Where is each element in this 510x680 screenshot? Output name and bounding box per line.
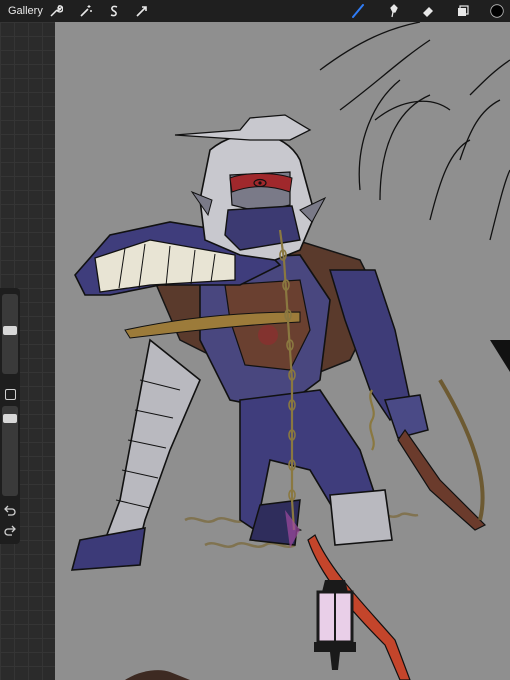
selection-icon[interactable] [106,3,122,19]
left-boot [70,527,146,571]
left-sidebar [0,22,55,680]
undo-icon[interactable] [3,504,17,518]
eye-pupil [258,181,262,185]
edge-shape [490,340,510,372]
brush-size-slider[interactable] [2,294,18,374]
lantern [314,580,356,670]
color-swatch[interactable] [489,3,505,19]
hair-top [174,114,312,141]
emblem [258,325,278,345]
modify-button[interactable] [5,389,16,400]
eraser-icon[interactable] [420,3,436,19]
redo-icon[interactable] [3,524,17,538]
opacity-thumb[interactable] [3,414,17,423]
smudge-icon[interactable] [386,3,402,19]
sidebar-controls [0,288,20,544]
layers-icon[interactable] [455,3,471,19]
bottom-shape [125,670,190,680]
background-sketch [319,22,510,241]
brush-icon[interactable] [350,3,366,19]
artwork [70,22,510,680]
transform-icon[interactable] [134,3,150,19]
brush-size-thumb[interactable] [3,326,17,335]
right-knee-wraps [329,489,393,546]
opacity-slider[interactable] [2,406,18,496]
magic-wand-icon[interactable] [78,3,94,19]
top-toolbar: Gallery [0,0,510,22]
wrench-icon[interactable] [48,3,64,19]
drawing-canvas[interactable] [55,22,510,680]
gallery-button[interactable]: Gallery [8,5,43,17]
